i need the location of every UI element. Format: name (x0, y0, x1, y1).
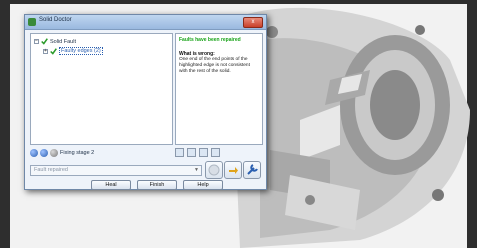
heal-button[interactable]: Heal (91, 180, 131, 190)
info-toolbar (175, 148, 220, 157)
tree-item-solid-fault[interactable]: − Solid Fault (34, 38, 76, 45)
zoom-icon[interactable] (175, 148, 184, 157)
fault-description: One end of the end points of the highlig… (179, 57, 250, 74)
stage-indicator: Fixing stage 2 (30, 149, 94, 157)
solid-doctor-dialog: Solid Doctor x − Solid Fault + Faulty ed… (24, 14, 267, 190)
tree-item-label: Faulty edges (2) (59, 47, 103, 55)
repair-status-dropdown[interactable]: Fault repaired ▼ (30, 165, 202, 176)
checkmark-icon (50, 47, 57, 55)
title-bar[interactable]: Solid Doctor x (25, 15, 266, 30)
stage-label: Fixing stage 2 (60, 150, 95, 156)
close-button[interactable]: x (243, 17, 263, 28)
blue-sphere-icon (40, 149, 48, 157)
finish-button[interactable]: Finish (137, 180, 177, 190)
disabled-circle-icon (208, 164, 220, 176)
help-button[interactable]: Help (183, 180, 223, 190)
expand-icon[interactable]: + (43, 48, 48, 54)
repair-status-heading: Faults have been repaired (179, 37, 241, 43)
dialog-buttons: Heal Finish Help (91, 180, 223, 190)
info-panel: Faults have been repaired What is wrong:… (175, 33, 263, 145)
collapse-icon[interactable]: − (34, 39, 39, 44)
checkmark-icon (41, 38, 48, 45)
heal-arrow-icon (229, 167, 238, 174)
wrench-icon (247, 164, 258, 175)
tools-button[interactable] (243, 161, 261, 179)
dropdown-value: Fault repaired (34, 167, 68, 173)
tree-item-label: Solid Fault (50, 38, 76, 45)
export-icon[interactable] (211, 148, 220, 157)
fault-tree[interactable]: − Solid Fault + Faulty edges (2) (30, 33, 173, 145)
chevron-down-icon[interactable]: ▼ (194, 166, 199, 175)
app-icon (28, 18, 36, 26)
window-title: Solid Doctor (39, 17, 72, 23)
step-button[interactable] (205, 161, 223, 179)
blue-sphere-icon (30, 149, 38, 157)
tree-item-faulty-edges[interactable]: + Faulty edges (2) (43, 47, 103, 55)
auto-heal-button[interactable] (224, 161, 242, 179)
image-icon[interactable] (199, 148, 208, 157)
grey-sphere-icon (50, 149, 58, 157)
view-icon[interactable] (187, 148, 196, 157)
